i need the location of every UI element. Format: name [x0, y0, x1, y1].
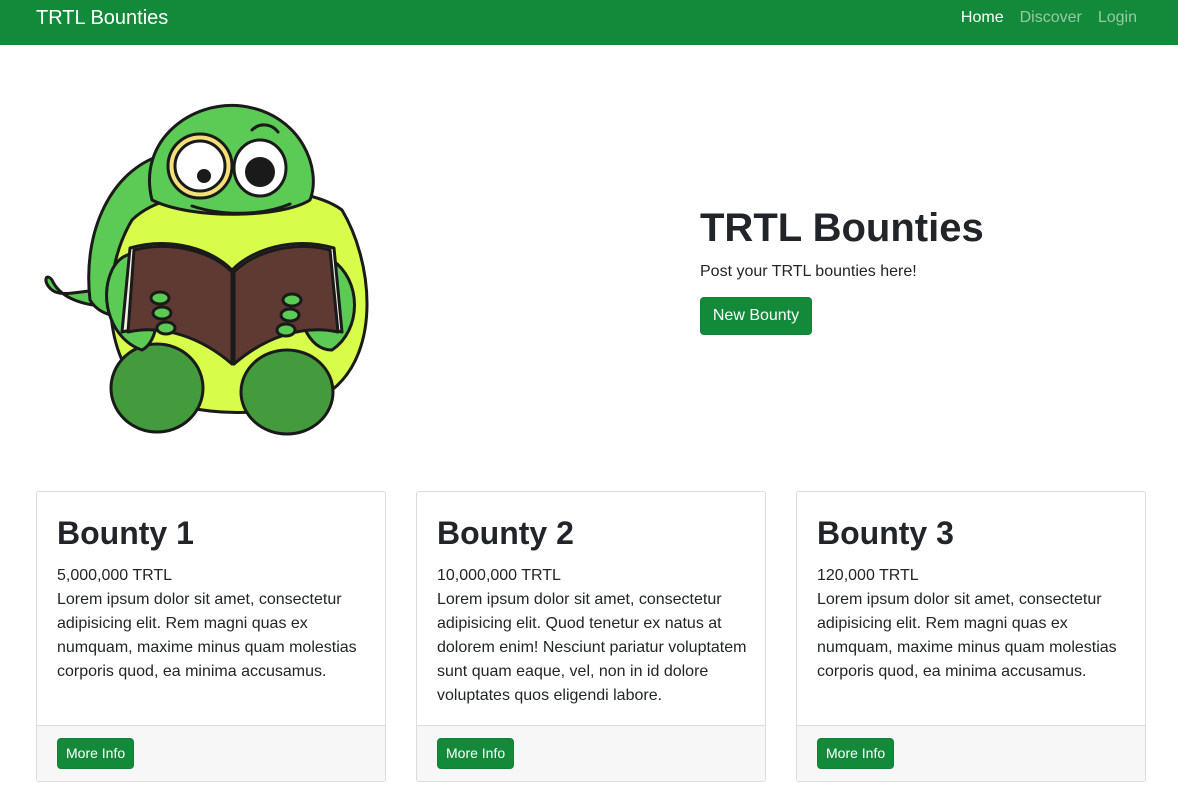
more-info-button[interactable]: More Info [817, 738, 895, 769]
nav-link-home[interactable]: Home [961, 9, 1004, 27]
nav-link-login[interactable]: Login [1098, 9, 1137, 27]
turtle-reading-book-illustration [42, 100, 382, 440]
bounty-description: Lorem ipsum dolor sit amet, consectetur … [437, 591, 747, 704]
card-body: Bounty 2 10,000,000 TRTL Lorem ipsum dol… [437, 516, 747, 708]
card-footer: More Info [797, 725, 1145, 781]
card-footer: More Info [417, 725, 765, 781]
hero-subtitle: Post your TRTL bounties here! [700, 263, 917, 280]
bounty-amount: 120,000 TRTL [817, 567, 919, 584]
card-body: Bounty 1 5,000,000 TRTL Lorem ipsum dolo… [57, 516, 367, 684]
bounty-card-2: Bounty 2 10,000,000 TRTL Lorem ipsum dol… [416, 491, 766, 782]
bounty-description: Lorem ipsum dolor sit amet, consectetur … [817, 591, 1117, 680]
bounty-title: Bounty 3 [817, 515, 954, 551]
bounty-title: Bounty 2 [437, 515, 574, 551]
navbar: TRTL Bounties Home Discover Login [0, 0, 1178, 45]
card-footer: More Info [37, 725, 385, 781]
bounty-amount: 5,000,000 TRTL [57, 567, 173, 584]
bounty-title: Bounty 1 [57, 515, 194, 551]
new-bounty-button[interactable]: New Bounty [700, 297, 812, 335]
bounty-card-3: Bounty 3 120,000 TRTL Lorem ipsum dolor … [796, 491, 1146, 782]
bounty-description: Lorem ipsum dolor sit amet, consectetur … [57, 591, 357, 680]
navbar-brand[interactable]: TRTL Bounties [36, 8, 168, 28]
more-info-button[interactable]: More Info [437, 738, 515, 769]
nav-link-discover[interactable]: Discover [1020, 9, 1082, 27]
bounty-amount: 10,000,000 TRTL [437, 567, 561, 584]
hero-title: TRTL Bounties [700, 206, 984, 250]
card-body: Bounty 3 120,000 TRTL Lorem ipsum dolor … [817, 516, 1127, 684]
bounty-card-1: Bounty 1 5,000,000 TRTL Lorem ipsum dolo… [36, 491, 386, 782]
turtle-icon [44, 103, 369, 436]
more-info-button[interactable]: More Info [57, 738, 135, 769]
nav-links: Home Discover Login [945, 9, 1137, 27]
